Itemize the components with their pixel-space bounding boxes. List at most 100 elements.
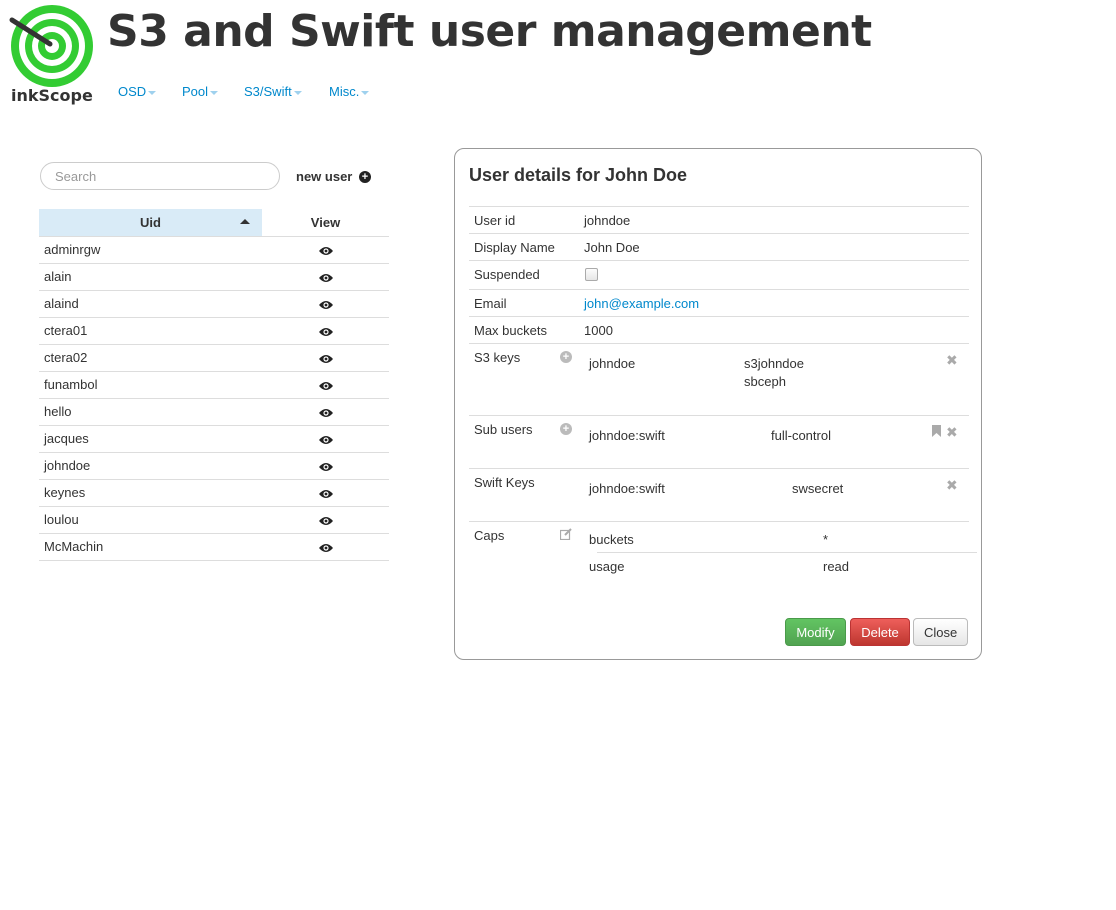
cap-perm: read [823,559,850,574]
eye-icon[interactable] [318,489,333,499]
cap-type: buckets [589,532,634,547]
remove-s3-key-icon[interactable]: ✖ [946,353,958,367]
view-cell [262,236,389,264]
cap-type: usage [589,559,625,574]
max-buckets-value: 1000 [584,323,613,338]
row-s3-keys: S3 keys + johndoe s3johndoe sbceph ✖ [469,343,969,415]
new-user-button[interactable]: new user + [296,169,371,184]
suspended-label: Suspended [474,267,540,282]
view-cell [262,398,389,426]
swift-secret-key: swsecret [792,481,844,496]
sub-users-label: Sub users [474,422,533,437]
eye-icon[interactable] [318,327,333,337]
edit-caps-icon[interactable] [560,528,572,540]
table-row: johndoe [39,452,389,480]
uid-cell: keynes [39,479,262,507]
user-id-label: User id [474,213,516,228]
s3-access-key: s3johndoe [744,356,804,371]
column-header-uid[interactable]: Uid [39,209,262,237]
remove-swift-key-icon[interactable]: ✖ [946,478,958,492]
cap-perm: * [823,532,829,547]
column-header-view: View [262,209,389,237]
details-title: User details for John Doe [469,165,688,185]
view-cell [262,317,389,345]
nav-s3-swift-label: S3/Swift [244,84,292,99]
remove-sub-user-icon[interactable]: ✖ [946,425,958,439]
close-button[interactable]: Close [913,618,968,646]
user-details-panel: User details for John Doe User id johndo… [454,148,982,660]
row-swift-keys: Swift Keys johndoe:swift swsecret ✖ [469,468,969,521]
eye-icon[interactable] [318,273,333,283]
table-row: ctera02 [39,344,389,372]
uid-cell: johndoe [39,452,262,480]
view-cell [262,344,389,372]
eye-icon[interactable] [318,462,333,472]
display-name-value: John Doe [584,240,640,255]
view-cell [262,371,389,399]
table-row: McMachin [39,533,389,561]
row-sub-users: Sub users + johndoe:swift full-control ✖ [469,415,969,468]
eye-icon[interactable] [318,543,333,553]
nav-s3-swift[interactable]: S3/Swift [244,84,302,99]
caps-divider [597,552,977,553]
row-display-name: Display Name John Doe [469,233,969,260]
table-row: keynes [39,479,389,507]
table-row: loulou [39,506,389,534]
nav-misc-label: Misc. [329,84,360,99]
s3-key-user: johndoe [589,356,636,371]
uid-cell: jacques [39,425,262,453]
s3-keys-label: S3 keys [474,350,521,365]
search-input[interactable] [40,162,280,190]
user-table: Uid View adminrgw alain alaind ctera01 ctera… [39,209,389,561]
eye-icon[interactable] [318,516,333,526]
delete-button[interactable]: Delete [850,618,910,646]
caret-down-icon [361,90,370,95]
add-s3-key-icon[interactable]: + [560,351,572,363]
uid-cell: ctera01 [39,317,262,345]
uid-cell: funambol [39,371,262,399]
add-sub-user-icon[interactable]: + [560,423,572,435]
uid-cell: hello [39,398,262,426]
view-cell [262,452,389,480]
target-logo-icon [9,5,93,87]
sub-user-id: johndoe:swift [589,428,665,443]
row-email: Email john@example.com [469,289,969,316]
nav-pool[interactable]: Pool [182,84,219,99]
eye-icon[interactable] [318,354,333,364]
nav-pool-label: Pool [182,84,209,99]
view-cell [262,506,389,534]
row-user-id: User id johndoe [469,206,969,233]
nav-osd[interactable]: OSD [118,84,157,99]
view-cell [262,425,389,453]
new-user-label: new user [296,169,353,184]
eye-icon[interactable] [318,408,333,418]
sort-ascending-icon [240,219,250,224]
uid-cell: ctera02 [39,344,262,372]
view-cell [262,290,389,318]
uid-cell: alain [39,263,262,291]
plus-circle-icon: + [358,171,371,183]
nav-misc[interactable]: Misc. [329,84,370,99]
email-label: Email [474,296,507,311]
eye-icon[interactable] [318,381,333,391]
row-caps: Caps buckets * usage read [469,521,977,585]
table-row: ctera01 [39,317,389,345]
page-title: S3 and Swift user management [107,6,872,57]
email-link[interactable]: john@example.com [584,296,699,311]
modify-button[interactable]: Modify [785,618,846,646]
row-max-buckets: Max buckets 1000 [469,316,969,343]
eye-icon[interactable] [318,435,333,445]
bookmark-icon[interactable] [932,425,941,437]
caret-down-icon [148,90,157,95]
view-cell [262,533,389,561]
eye-icon[interactable] [318,246,333,256]
swift-keys-label: Swift Keys [474,475,535,490]
suspended-checkbox[interactable] [585,268,598,281]
nav-osd-label: OSD [118,84,147,99]
eye-icon[interactable] [318,300,333,310]
uid-cell: alaind [39,290,262,318]
column-header-uid-label: Uid [140,214,161,230]
row-suspended: Suspended [469,260,969,289]
swift-key-user: johndoe:swift [589,481,665,496]
logo-text: inkScope [11,86,93,105]
